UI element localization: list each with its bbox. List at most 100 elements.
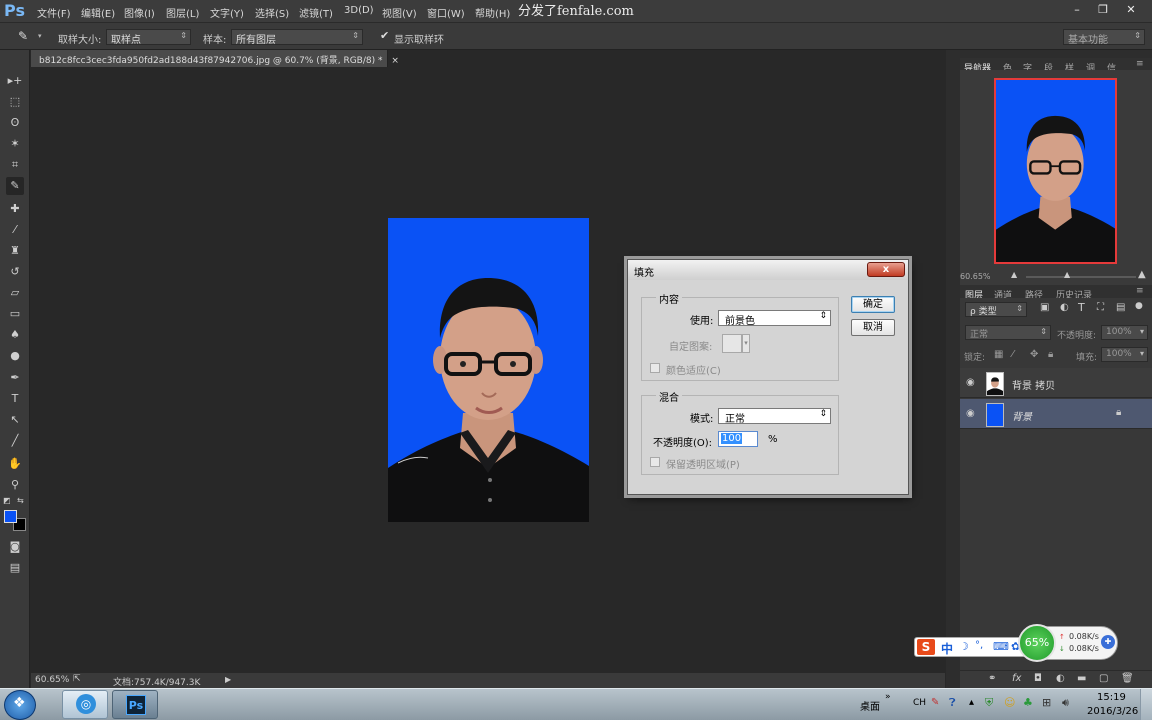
tray-app-icon[interactable]: ☺ bbox=[1004, 696, 1015, 709]
language-indicator[interactable]: CH bbox=[913, 698, 926, 708]
menu-layer[interactable]: 图层(L) bbox=[166, 5, 199, 20]
magic-wand-icon[interactable]: ✶ bbox=[6, 135, 24, 153]
type-tool-icon[interactable]: T bbox=[6, 390, 24, 408]
lasso-tool-icon[interactable]: ʘ bbox=[6, 114, 24, 132]
add-mask-icon[interactable]: ◘ bbox=[1034, 673, 1042, 684]
new-layer-icon[interactable]: ▢ bbox=[1099, 673, 1108, 684]
punctuation-icon[interactable]: °, bbox=[975, 640, 983, 651]
filter-toggle-icon[interactable]: ● bbox=[1135, 301, 1143, 311]
layer-name[interactable]: 背景 bbox=[1012, 408, 1032, 423]
swap-colors-icon[interactable]: ⇆ bbox=[17, 496, 24, 505]
clock-time[interactable]: 15:19 bbox=[1097, 692, 1126, 703]
layer-style-icon[interactable]: fx bbox=[1012, 673, 1021, 684]
layer-filter-select[interactable]: ρ 类型 ⇕ bbox=[965, 302, 1027, 317]
quick-mask-icon[interactable]: ◙ bbox=[6, 538, 24, 556]
new-adjustment-icon[interactable]: ◐ bbox=[1056, 673, 1065, 684]
lock-pixels-icon[interactable]: ⁄ bbox=[1012, 349, 1014, 360]
eyedropper-icon[interactable]: ✎ bbox=[18, 29, 28, 43]
zoom-readout[interactable]: 60.65% bbox=[35, 675, 69, 685]
security-shield-icon[interactable]: ⛨ bbox=[985, 696, 993, 710]
sample-size-select[interactable]: 取样点 ⇕ bbox=[106, 29, 191, 46]
blur-tool-icon[interactable]: ♠ bbox=[6, 326, 24, 344]
help-icon[interactable]: ❓︎ bbox=[949, 696, 956, 710]
moon-icon[interactable]: ☽ bbox=[959, 640, 969, 653]
eraser-tool-icon[interactable]: ▱ bbox=[6, 284, 24, 302]
memory-percent[interactable]: 65% bbox=[1018, 624, 1056, 662]
layer-opacity-input[interactable]: 100% ▾ bbox=[1101, 325, 1148, 340]
close-icon[interactable]: × bbox=[391, 56, 399, 66]
marquee-tool-icon[interactable]: ⬚ bbox=[6, 93, 24, 111]
accelerate-icon[interactable]: ✚ bbox=[1101, 635, 1115, 649]
layer-row-copy[interactable]: ◉ 背景 拷贝 bbox=[960, 368, 1152, 398]
crop-tool-icon[interactable]: ⌗ bbox=[6, 156, 24, 174]
opacity-input[interactable]: 100 bbox=[718, 431, 758, 447]
move-tool-icon[interactable]: ▸+ bbox=[6, 72, 24, 90]
menu-help[interactable]: 帮助(H) bbox=[475, 5, 510, 20]
workspace-select[interactable]: 基本功能 ⇕ bbox=[1063, 29, 1145, 46]
menu-edit[interactable]: 编辑(E) bbox=[81, 5, 115, 20]
eye-icon[interactable]: ◉ bbox=[966, 408, 975, 419]
ime-mode[interactable]: 中 bbox=[941, 640, 953, 657]
stamp-tool-icon[interactable]: ♜ bbox=[6, 242, 24, 260]
lock-transparent-icon[interactable]: ▦ bbox=[994, 349, 1003, 360]
menu-3d[interactable]: 3D(D) bbox=[344, 5, 374, 16]
healing-brush-icon[interactable]: ✚ bbox=[6, 200, 24, 218]
sogou-logo-icon[interactable]: S bbox=[917, 639, 935, 655]
link-layers-icon[interactable]: ⚭ bbox=[988, 673, 996, 684]
blend-mode-select[interactable]: 正常 ⇕ bbox=[965, 325, 1051, 340]
desktop-toolbar-label[interactable]: 桌面 bbox=[860, 698, 880, 713]
zoom-in-icon[interactable]: ▲ bbox=[1138, 269, 1146, 280]
cancel-button[interactable]: 取消 bbox=[851, 319, 895, 336]
shape-filter-icon[interactable]: ⛶ bbox=[1097, 302, 1104, 313]
taskbar-browser-button[interactable]: ◎ bbox=[62, 690, 108, 719]
zoom-slider-thumb[interactable]: ▲ bbox=[1064, 270, 1070, 279]
delete-layer-icon[interactable]: 🗑︎ bbox=[1121, 673, 1134, 684]
hand-tool-icon[interactable]: ✋ bbox=[6, 455, 24, 473]
close-app-button[interactable]: ✕ bbox=[1118, 2, 1144, 18]
network-icon[interactable]: ⊞ bbox=[1042, 696, 1051, 709]
show-desktop-button[interactable] bbox=[1140, 689, 1152, 720]
menu-filter[interactable]: 滤镜(T) bbox=[299, 5, 333, 20]
input-method-icon[interactable]: ✎ bbox=[931, 697, 939, 708]
toolbar-expand-icon[interactable]: » bbox=[885, 692, 891, 702]
dialog-titlebar[interactable]: 填充 x bbox=[628, 260, 908, 280]
clock-date[interactable]: 2016/3/26 bbox=[1087, 706, 1138, 717]
fill-input[interactable]: 100% ▾ bbox=[1101, 347, 1148, 362]
lock-icon[interactable]: 🔒︎ bbox=[1116, 407, 1121, 418]
navigator-zoom[interactable]: 60.65% bbox=[960, 272, 991, 281]
restore-button[interactable]: ❐ bbox=[1090, 2, 1116, 18]
play-icon[interactable]: ▶ bbox=[225, 675, 231, 684]
zoom-tool-icon[interactable]: ⚲ bbox=[6, 476, 24, 494]
eyedropper-tool-icon[interactable]: ✎ bbox=[6, 177, 24, 195]
dodge-tool-icon[interactable]: ● bbox=[6, 347, 24, 365]
tray-app2-icon[interactable]: ♣ bbox=[1023, 696, 1033, 709]
panel-menu-icon[interactable]: ≡ bbox=[1136, 59, 1144, 69]
document-tab[interactable]: b812c8fcc3cec3fda950fd2ad188d43f87942706… bbox=[31, 50, 399, 67]
mode-select[interactable]: 正常 ⇕ bbox=[718, 408, 831, 425]
screen-mode-icon[interactable]: ▤ bbox=[6, 559, 24, 577]
gradient-tool-icon[interactable]: ▭ bbox=[6, 305, 24, 323]
lock-position-icon[interactable]: ✥ bbox=[1030, 349, 1038, 360]
pixel-filter-icon[interactable]: ▣ bbox=[1040, 302, 1049, 313]
pen-tool-icon[interactable]: ✒ bbox=[6, 369, 24, 387]
panel-menu-icon[interactable]: ≡ bbox=[1136, 286, 1144, 296]
lock-all-icon[interactable]: 🔒︎ bbox=[1048, 349, 1053, 360]
layer-row-background[interactable]: ◉ 背景 🔒︎ bbox=[960, 399, 1152, 429]
taskbar-photoshop-button[interactable]: Ps bbox=[112, 690, 158, 719]
layer-name[interactable]: 背景 拷贝 bbox=[1012, 377, 1055, 392]
start-button[interactable]: ❖ bbox=[4, 690, 36, 720]
sample-select[interactable]: 所有图层 ⇕ bbox=[231, 29, 363, 46]
use-select[interactable]: 前景色 ⇕ bbox=[718, 310, 831, 327]
zoom-out-icon[interactable]: ▲ bbox=[1011, 270, 1017, 279]
foreground-color-swatch[interactable] bbox=[4, 510, 17, 523]
adjustment-filter-icon[interactable]: ◐ bbox=[1060, 302, 1069, 313]
menu-type[interactable]: 文字(Y) bbox=[210, 5, 244, 20]
dialog-close-button[interactable]: x bbox=[867, 262, 905, 277]
line-tool-icon[interactable]: ╱ bbox=[6, 432, 24, 450]
menu-select[interactable]: 选择(S) bbox=[255, 5, 289, 20]
type-filter-icon[interactable]: T bbox=[1078, 301, 1085, 314]
smart-object-filter-icon[interactable]: ▤ bbox=[1116, 302, 1125, 313]
document-canvas-photo[interactable] bbox=[388, 218, 589, 522]
default-colors-icon[interactable]: ◩ bbox=[3, 496, 11, 505]
tray-chevron-icon[interactable]: ▴ bbox=[969, 697, 974, 708]
